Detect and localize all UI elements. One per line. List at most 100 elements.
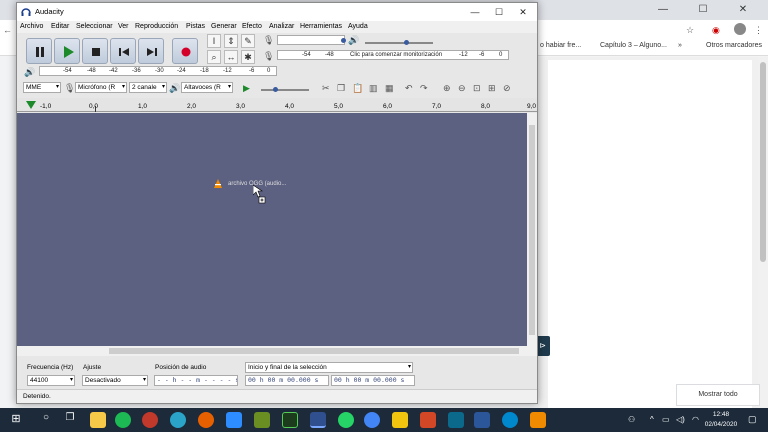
menu-editar[interactable]: Editar [51,23,69,30]
zoom-in-icon[interactable]: ⊕ [443,82,451,94]
play-at-speed-icon[interactable]: ▶ [243,82,250,94]
speaker-icon[interactable]: 🔊 [348,34,359,46]
menu-herramientas[interactable]: Herramientas [300,23,342,30]
timeshift-tool-icon[interactable]: ↔ [224,50,238,64]
show-all-button[interactable]: Mostrar todo [676,384,760,406]
telegram-icon[interactable] [502,412,518,428]
bookmark-folder[interactable]: Otros marcadores [696,42,762,49]
channels-select[interactable]: 2 canale [129,82,167,93]
project-rate-select[interactable]: 44100 [27,375,75,386]
paste-icon[interactable]: 📋 [352,82,363,94]
avatar[interactable] [734,23,746,35]
pause-button[interactable] [26,38,52,64]
bookmark-item[interactable]: Capítulo 3 – Alguno... [590,42,667,49]
app-icon[interactable] [392,412,408,428]
envelope-tool-icon[interactable]: ⇕ [224,34,238,48]
wifi-icon[interactable]: ◠ [692,415,699,424]
monitor-hint[interactable]: Clic para comenzar monitorización [350,52,442,58]
close-icon[interactable]: ✕ [511,5,535,19]
playback-volume-slider[interactable] [365,42,433,44]
vlc-icon[interactable] [530,412,546,428]
record-button[interactable] [172,38,198,64]
extension-icon[interactable]: ◉ [712,24,720,36]
network-icon[interactable]: ▭ [662,415,670,424]
app-icon[interactable] [170,412,186,428]
stop-button[interactable] [82,38,108,64]
recording-device-select[interactable]: Micrófono (R [75,82,127,93]
pin-playhead-icon[interactable] [26,101,36,110]
star-icon[interactable]: ☆ [686,24,694,36]
cut-icon[interactable]: ✂ [322,82,330,94]
maximize-icon[interactable]: ☐ [487,5,511,19]
multi-tool-icon[interactable]: ✱ [241,50,255,64]
app-icon[interactable] [254,412,270,428]
maximize-icon[interactable]: ☐ [688,3,718,17]
menu-seleccionar[interactable]: Seleccionar [76,23,113,30]
app-icon[interactable] [282,412,298,428]
volume-icon[interactable]: ◁) [676,415,685,424]
trim-icon[interactable]: ▥ [369,82,378,94]
zoom-tool-icon[interactable]: ⌕ [207,50,221,64]
menu-ver[interactable]: Ver [118,23,129,30]
app-icon[interactable] [142,412,158,428]
chrome-icon[interactable] [364,412,380,428]
firefox-icon[interactable] [198,412,214,428]
people-icon[interactable]: ⚇ [628,415,635,424]
timeline-ruler[interactable]: -1,0 0,0 1,0 2,0 3,0 4,0 5,0 6,0 7,0 8,0… [17,98,537,112]
undo-icon[interactable]: ↶ [405,82,413,94]
selection-end-field[interactable]: 00 h 00 m 00.000 s [331,375,415,386]
zoom-toggle-icon[interactable]: ⊘ [503,82,511,94]
whatsapp-icon[interactable] [338,412,354,428]
copy-icon[interactable]: ❐ [337,82,345,94]
selection-start-field[interactable]: 00 h 00 m 00.000 s [245,375,329,386]
menu-ayuda[interactable]: Ayuda [348,23,368,30]
selection-tool-icon[interactable]: I [207,34,221,48]
back-icon[interactable]: ← [3,24,12,36]
minimize-icon[interactable]: — [648,3,678,17]
spotify-icon[interactable] [115,412,131,428]
word-icon[interactable] [474,412,490,428]
snap-select[interactable]: Desactivado [82,375,148,386]
close-icon[interactable]: ✕ [728,3,758,17]
play-speed-knob[interactable] [273,87,278,92]
task-view-icon[interactable]: ❐ [62,412,78,428]
zoom-icon[interactable] [226,412,242,428]
menu-pistas[interactable]: Pistas [186,23,205,30]
zoom-out-icon[interactable]: ⊖ [458,82,466,94]
audio-position-field[interactable]: - - h - - m - - - - s [154,375,238,386]
clock-date[interactable]: 02/04/2020 [700,421,742,428]
browser-scroll-thumb[interactable] [760,62,766,262]
skip-start-button[interactable] [110,38,136,64]
powerpoint-icon[interactable] [420,412,436,428]
menu-reproduccion[interactable]: Reproducción [135,23,178,30]
file-explorer-icon[interactable] [90,412,106,428]
app-icon[interactable] [448,412,464,428]
notifications-icon[interactable]: ▢ [748,414,757,425]
play-button[interactable] [54,38,80,64]
speaker-icon[interactable]: 🔊 [24,66,35,78]
selection-mode-select[interactable]: Inicio y final de la selección [245,362,413,373]
search-icon[interactable]: ○ [38,412,54,428]
playback-device-select[interactable]: Altavoces (R [181,82,233,93]
windows-start-icon[interactable]: ⊞ [8,412,24,428]
menu-archivo[interactable]: Archivo [20,23,43,30]
bookmarks-overflow[interactable]: » [678,42,682,49]
bookmark-item[interactable]: o habiar fre... [540,42,581,49]
play-speed-slider[interactable] [261,89,309,91]
draw-tool-icon[interactable]: ✎ [241,34,255,48]
fit-project-icon[interactable]: ⊞ [488,82,496,94]
menu-icon[interactable]: ⋮ [754,24,763,36]
record-meter-knob[interactable] [341,38,346,43]
minimize-icon[interactable]: — [463,5,487,19]
fit-selection-icon[interactable]: ⊡ [473,82,481,94]
audacity-taskbar-icon[interactable] [310,412,326,428]
audio-host-select[interactable]: MME [23,82,61,93]
track-panel[interactable] [17,113,527,346]
menu-efecto[interactable]: Efecto [242,23,262,30]
redo-icon[interactable]: ↷ [420,82,428,94]
menu-generar[interactable]: Generar [211,23,237,30]
menu-analizar[interactable]: Analizar [269,23,294,30]
horizontal-scroll-thumb[interactable] [109,348,519,354]
tray-chevron-icon[interactable]: ^ [650,415,654,424]
playback-volume-knob[interactable] [404,40,409,45]
